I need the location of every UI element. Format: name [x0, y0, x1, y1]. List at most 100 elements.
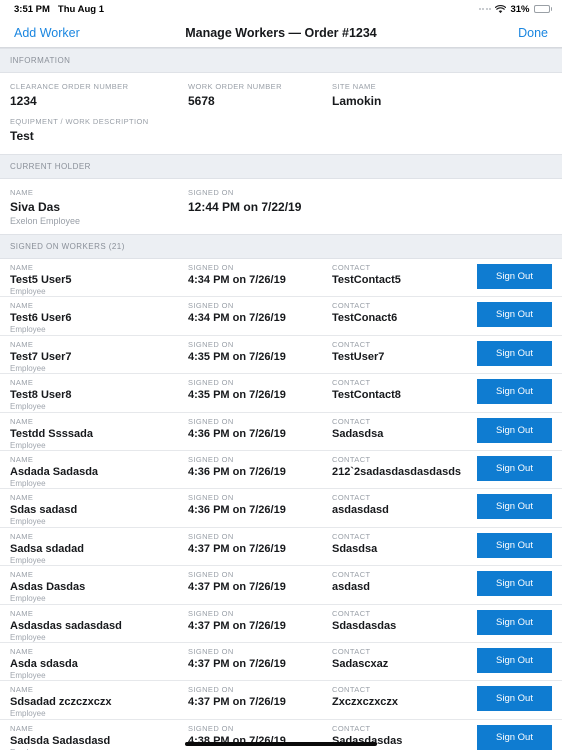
worker-name-value: Asda sdasda — [10, 657, 78, 670]
sign-out-button[interactable]: Sign Out — [477, 340, 552, 366]
current-holder-name-label: NAME — [10, 188, 34, 197]
worker-signed-on-label: SIGNED ON — [188, 646, 234, 656]
work-order-number-label: WORK ORDER NUMBER — [188, 82, 282, 91]
status-bar-left: 3:51 PM Thu Aug 1 — [14, 4, 104, 15]
worker-signed-on-cell: SIGNED ON 4:34 PM on 7/26/19 — [188, 263, 332, 286]
worker-name-cell: NAME Sdsadad zczczxczx Employee — [10, 685, 188, 718]
sign-out-button[interactable]: Sign Out — [477, 379, 552, 405]
signed-on-workers-section-header: SIGNED ON WORKERS (21) — [0, 234, 562, 259]
information-row-1: CLEARANCE ORDER NUMBER 1234 WORK ORDER N… — [0, 73, 562, 108]
done-button[interactable]: Done — [518, 26, 548, 40]
worker-signed-on-label: SIGNED ON — [188, 301, 234, 311]
table-row[interactable]: NAME Test8 User8 Employee SIGNED ON 4:35 PM … — [0, 374, 562, 413]
equipment-description-value: Test — [10, 129, 34, 143]
sign-out-button[interactable]: Sign Out — [477, 264, 552, 289]
worker-name-value: Testdd Ssssada — [10, 427, 93, 440]
worker-signed-on-label: SIGNED ON — [188, 416, 234, 426]
battery-percent: 31% — [510, 3, 530, 15]
worker-signed-on-value: 4:34 PM on 7/26/19 — [188, 274, 286, 286]
worker-name-label: NAME — [10, 339, 34, 349]
worker-role: Employee — [10, 325, 46, 335]
worker-role: Employee — [10, 709, 46, 719]
sign-out-button[interactable]: Sign Out — [477, 455, 552, 481]
worker-name-cell: NAME Test8 User8 Employee — [10, 378, 188, 411]
table-row[interactable]: NAME Asdasdas sadasdasd Employee SIGNED ON 4… — [0, 604, 562, 643]
worker-name-cell: NAME Test6 User6 Employee — [10, 301, 188, 334]
worker-role: Employee — [10, 517, 46, 527]
worker-signed-on-label: SIGNED ON — [188, 339, 234, 349]
worker-signed-on-value: 4:35 PM on 7/26/19 — [188, 389, 286, 402]
worker-signed-on-value: 4:36 PM on 7/26/19 — [188, 465, 286, 478]
table-row[interactable]: NAME Sdsadad zczczxczx Employee SIGNED ON 4:… — [0, 681, 562, 720]
site-name-field: SITE NAME Lamokin — [332, 82, 552, 108]
sign-out-button[interactable]: Sign Out — [477, 417, 552, 443]
sign-out-button[interactable]: Sign Out — [477, 494, 552, 520]
worker-signed-on-label: SIGNED ON — [188, 570, 234, 580]
table-row[interactable]: NAME Sadsa sdadad Employee SIGNED ON 4:37 PM… — [0, 527, 562, 567]
table-row[interactable]: NAME Asdada Sadasda Employee SIGNED ON 4:36 … — [0, 450, 562, 490]
battery-charging-icon — [533, 5, 552, 13]
current-holder-signed-on-label: SIGNED ON — [188, 188, 234, 197]
worker-name-value: Test5 User5 — [10, 274, 72, 286]
worker-signed-on-value: 4:36 PM on 7/26/19 — [188, 504, 286, 517]
worker-name-label: NAME — [10, 608, 34, 618]
worker-name-label: NAME — [10, 301, 34, 311]
table-row[interactable]: NAME Sdas sadasd Employee SIGNED ON 4:36 PM … — [0, 489, 562, 528]
worker-name-cell: NAME Sdas sadasd Employee — [10, 493, 188, 526]
table-row[interactable]: NAME Test5 User5 Employee SIGNED ON 4:34 PM … — [0, 259, 562, 298]
worker-name-cell: NAME Testdd Ssssada Employee — [10, 417, 188, 450]
worker-name-label: NAME — [10, 454, 34, 464]
worker-signed-on-value: 4:34 PM on 7/26/19 — [188, 312, 286, 325]
sign-out-button[interactable]: Sign Out — [477, 302, 552, 328]
worker-name-label: NAME — [10, 493, 34, 503]
equipment-description-label: EQUIPMENT / WORK DESCRIPTION — [10, 117, 149, 126]
sign-out-button[interactable]: Sign Out — [477, 609, 552, 635]
sign-out-button[interactable]: Sign Out — [477, 571, 552, 597]
worker-name-label: NAME — [10, 570, 34, 580]
worker-signed-on-value: 4:37 PM on 7/26/19 — [188, 542, 286, 555]
sign-out-button[interactable]: Sign Out — [477, 686, 552, 712]
app-screen: 3:51 PM Thu Aug 1 31% Add Worker Manage … — [0, 0, 562, 750]
table-row[interactable]: NAME Asdas Dasdas Employee SIGNED ON 4:37 PM… — [0, 566, 562, 605]
sign-out-button[interactable]: Sign Out — [477, 724, 552, 750]
site-name-value: Lamokin — [332, 94, 382, 108]
add-worker-button[interactable]: Add Worker — [14, 26, 80, 40]
home-indicator — [185, 742, 377, 746]
table-row[interactable]: NAME Test6 User6 Employee SIGNED ON 4:34 PM … — [0, 297, 562, 336]
sign-out-button[interactable]: Sign Out — [477, 532, 552, 558]
table-row[interactable]: NAME Test7 User7 Employee SIGNED ON 4:35 PM … — [0, 335, 562, 375]
worker-signed-on-label: SIGNED ON — [188, 608, 234, 618]
worker-name-label: NAME — [10, 723, 34, 733]
table-row[interactable]: NAME Testdd Ssssada Employee SIGNED ON 4:36 … — [0, 412, 562, 451]
worker-signed-on-cell: SIGNED ON 4:36 PM on 7/26/19 — [188, 455, 332, 478]
worker-name-value: Sadsa sdadad — [10, 542, 84, 555]
worker-name-label: NAME — [10, 416, 34, 426]
worker-signed-on-value: 4:37 PM on 7/26/19 — [188, 581, 286, 594]
work-order-number-value: 5678 — [188, 94, 215, 108]
current-holder-signed-on-value: 12:44 PM on 7/22/19 — [188, 200, 302, 214]
worker-name-value: Test8 User8 — [10, 389, 72, 402]
information-row-2: EQUIPMENT / WORK DESCRIPTION Test — [0, 108, 562, 154]
worker-role: Employee — [10, 287, 46, 296]
status-bar-right: 31% — [478, 3, 552, 15]
worker-signed-on-label: SIGNED ON — [188, 685, 234, 695]
worker-name-label: NAME — [10, 378, 34, 388]
worker-name-value: Asdada Sadasda — [10, 465, 99, 478]
table-row[interactable]: NAME Asda sdasda Employee SIGNED ON 4:37 PM … — [0, 642, 562, 682]
signed-on-workers-list[interactable]: NAME Test5 User5 Employee SIGNED ON 4:34 PM … — [0, 259, 562, 750]
worker-role: Employee — [10, 440, 46, 450]
worker-role: Employee — [10, 670, 46, 680]
worker-name-value: Asdas Dasdas — [10, 581, 86, 594]
worker-signed-on-cell: SIGNED ON 4:37 PM on 7/26/19 — [188, 685, 332, 708]
worker-signed-on-cell: SIGNED ON 4:35 PM on 7/26/19 — [188, 340, 332, 363]
worker-signed-on-value: 4:36 PM on 7/26/19 — [188, 427, 286, 440]
worker-signed-on-cell: SIGNED ON 4:35 PM on 7/26/19 — [188, 378, 332, 401]
worker-name-label: NAME — [10, 263, 34, 272]
signal-dots-icon — [478, 8, 492, 10]
clearance-order-number-field: CLEARANCE ORDER NUMBER 1234 — [10, 82, 188, 108]
sign-out-button[interactable]: Sign Out — [477, 647, 552, 673]
worker-name-cell: NAME Asdasdas sadasdasd Employee — [10, 609, 188, 642]
worker-signed-on-cell: SIGNED ON 4:37 PM on 7/26/19 — [188, 570, 332, 593]
worker-signed-on-value: 4:37 PM on 7/26/19 — [188, 657, 286, 670]
worker-name-cell: NAME Test5 User5 Employee — [10, 263, 188, 296]
